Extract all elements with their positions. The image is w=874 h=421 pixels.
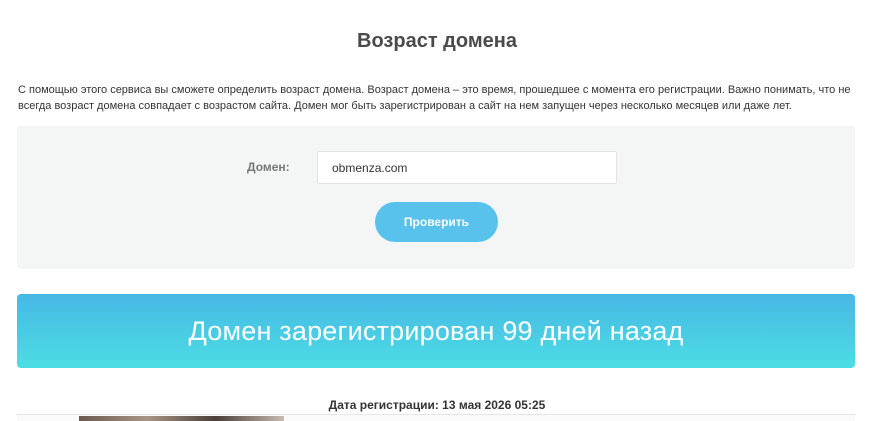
- registration-date: Дата регистрации: 13 мая 2026 05:25: [328, 398, 546, 412]
- page-title: Возраст домена: [357, 30, 517, 52]
- service-description: С помощью этого сервиса вы сможете опред…: [18, 84, 851, 112]
- result-banner: Домен зарегистрирован 99 дней назад: [17, 294, 855, 368]
- check-button[interactable]: Проверить: [375, 202, 498, 242]
- domain-label: Домен:: [247, 160, 290, 174]
- site-preview-strip: [17, 414, 855, 421]
- domain-input[interactable]: [317, 151, 617, 184]
- domain-check-form: Домен: Проверить: [17, 126, 855, 269]
- result-message: Домен зарегистрирован 99 дней назад: [188, 315, 684, 346]
